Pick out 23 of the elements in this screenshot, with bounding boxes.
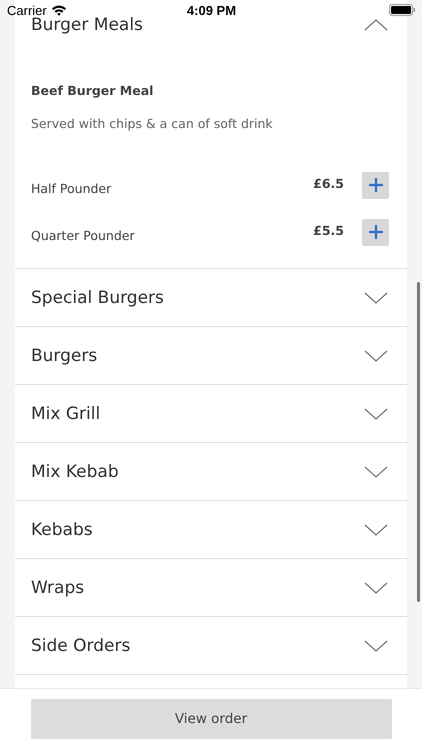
add-button[interactable] <box>362 218 389 246</box>
wifi-icon <box>50 4 67 16</box>
plus-icon <box>368 224 384 240</box>
category-title[interactable]: Special Burgers <box>31 288 164 308</box>
option-name: Half Pounder <box>31 180 112 196</box>
add-button[interactable] <box>362 172 389 198</box>
category-title[interactable]: Burgers <box>31 346 98 366</box>
battery-icon <box>388 4 416 16</box>
category-title[interactable]: Mix Kebab <box>31 462 119 482</box>
item-description: Served with chips & a can of soft drink <box>31 115 274 133</box>
status-time: 4:09 PM <box>186 2 236 18</box>
category-title[interactable]: Burger Meals <box>31 14 143 34</box>
category-title[interactable]: Wraps <box>31 578 84 598</box>
item-name: Beef Burger Meal <box>31 82 154 100</box>
category-title[interactable]: Mix Grill <box>31 404 100 424</box>
carrier-name: Carrier <box>7 2 47 18</box>
option-price: £6.5 <box>313 176 344 192</box>
category-title[interactable]: Kebabs <box>31 520 93 540</box>
category-title[interactable]: Side Orders <box>31 636 130 656</box>
option-price: £5.5 <box>313 222 344 240</box>
option-name: Quarter Pounder <box>31 226 136 242</box>
plus-icon <box>368 177 384 193</box>
view-order-button[interactable]: View order <box>30 699 392 739</box>
